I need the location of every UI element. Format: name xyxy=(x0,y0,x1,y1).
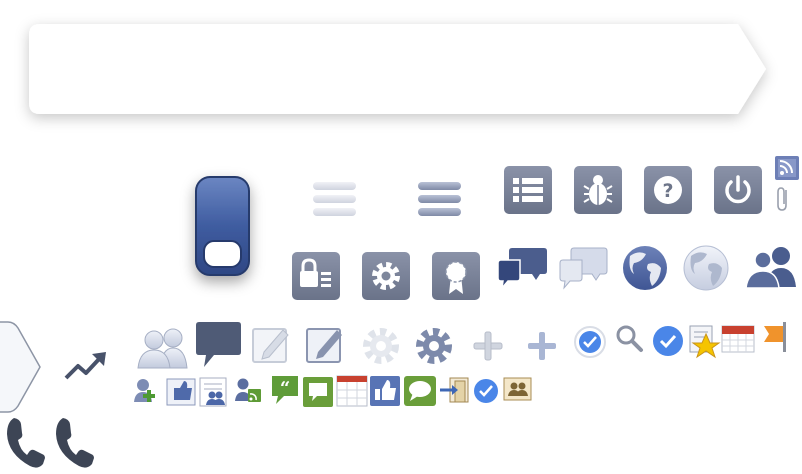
lock-list-icon[interactable] xyxy=(292,252,340,300)
calendar-grid-icon[interactable] xyxy=(336,375,368,407)
verified-icon xyxy=(653,326,683,356)
paperclip-icon xyxy=(777,187,787,211)
arrow-tab[interactable] xyxy=(0,321,41,413)
bug-icon[interactable] xyxy=(574,166,622,214)
speech-green-icon[interactable] xyxy=(303,377,333,407)
plus-blue-icon[interactable] xyxy=(528,332,556,360)
gear-icon[interactable] xyxy=(362,252,410,300)
chat-dark-icon[interactable] xyxy=(497,248,547,291)
like-page-icon[interactable] xyxy=(166,378,196,406)
people-light-icon[interactable] xyxy=(137,328,188,369)
tooltip-bubble xyxy=(29,24,766,114)
chat-light-icon[interactable] xyxy=(559,247,608,290)
phone-outline-icon[interactable] xyxy=(56,418,94,468)
calendar-icon[interactable] xyxy=(721,325,755,353)
help-icon[interactable]: ? xyxy=(644,166,692,214)
verified-outline-icon xyxy=(574,326,606,358)
quote-icon[interactable]: “ xyxy=(272,376,298,404)
svg-text:?: ? xyxy=(662,180,673,202)
gear-light-icon[interactable] xyxy=(363,328,399,364)
icon-sprite-sheet: ? “ xyxy=(0,24,799,468)
people-dark-icon[interactable] xyxy=(745,247,796,289)
notes-people-icon[interactable] xyxy=(199,377,227,407)
check-small-icon xyxy=(474,379,498,403)
globe-light-icon[interactable] xyxy=(683,245,729,291)
svg-text:“: “ xyxy=(280,378,290,399)
contact-card-icon[interactable] xyxy=(503,377,532,401)
rss-icon[interactable] xyxy=(775,156,799,180)
power-icon[interactable] xyxy=(714,166,762,214)
thumbs-up-icon[interactable] xyxy=(370,376,400,406)
list-icon[interactable] xyxy=(504,166,552,214)
plus-light-icon[interactable] xyxy=(473,331,503,361)
hamburger-dark-icon[interactable] xyxy=(418,182,461,216)
comment-icon[interactable] xyxy=(196,322,241,367)
badge-icon[interactable] xyxy=(432,252,480,300)
search-icon[interactable] xyxy=(616,325,643,352)
add-friend-icon[interactable] xyxy=(134,379,155,402)
toggle-switch[interactable] xyxy=(195,176,250,276)
globe-dark-icon[interactable] xyxy=(623,246,667,290)
phone-dark-icon[interactable] xyxy=(7,418,45,468)
speech-bubble-green-icon[interactable] xyxy=(404,376,436,406)
edit-light-icon[interactable] xyxy=(252,328,289,363)
hamburger-light-icon[interactable] xyxy=(313,182,356,216)
subscribe-icon[interactable] xyxy=(235,378,261,403)
gear-blue-icon[interactable] xyxy=(416,328,452,364)
enter-door-icon[interactable] xyxy=(440,377,469,403)
favorite-page-icon[interactable] xyxy=(689,325,721,359)
edit-dark-icon[interactable] xyxy=(306,328,342,363)
trend-icon xyxy=(64,352,106,380)
flag-icon[interactable] xyxy=(764,322,786,352)
